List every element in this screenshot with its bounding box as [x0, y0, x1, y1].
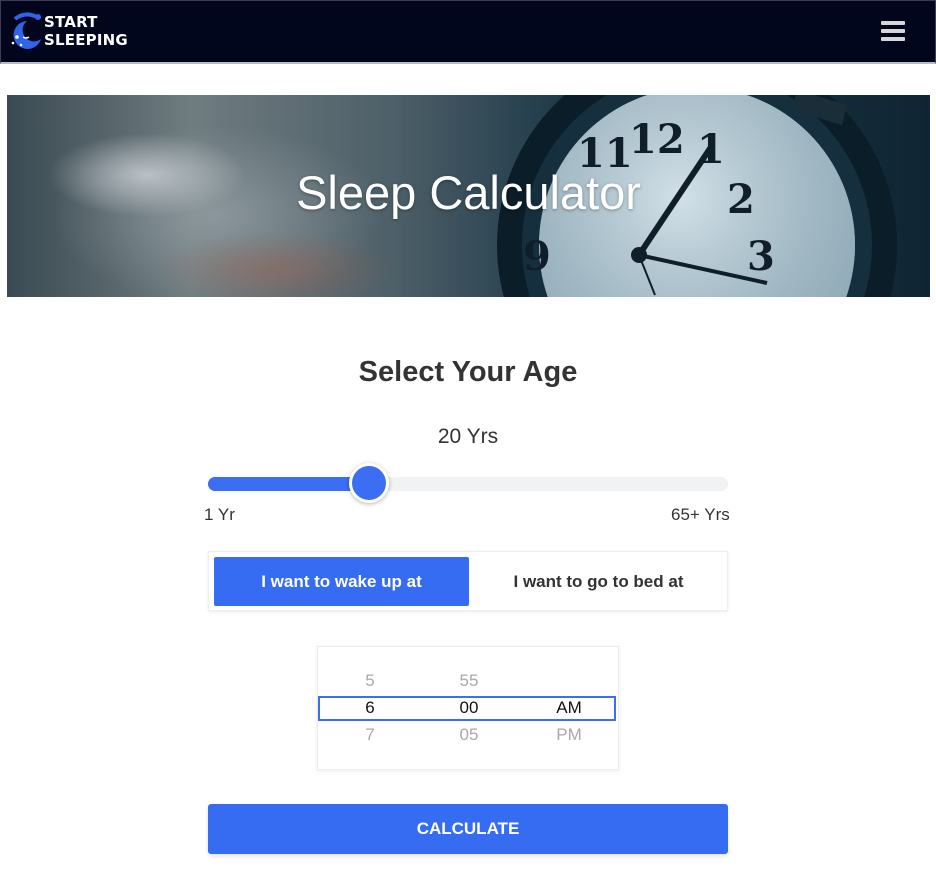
calculate-button[interactable]: CALCULATE — [208, 804, 728, 854]
age-heading: Select Your Age — [358, 356, 578, 388]
minute-current[interactable]: 00 — [419, 698, 519, 718]
age-value-label: 20 Yrs — [437, 425, 499, 448]
hour-next[interactable]: 7 — [320, 725, 420, 745]
hero-banner: 11 12 1 2 3 9 Sleep Calculator — [7, 95, 930, 297]
hour-current[interactable]: 6 — [320, 698, 420, 718]
age-min-label: 1 Yr — [204, 505, 235, 524]
minute-next[interactable]: 05 — [419, 725, 519, 745]
logo-text: START SLEEPING — [44, 13, 128, 49]
hero-title: Sleep Calculator — [296, 166, 641, 219]
hour-prev[interactable]: 5 — [320, 671, 420, 691]
hamburger-menu-icon[interactable] — [881, 21, 907, 43]
minute-prev[interactable]: 55 — [419, 671, 519, 691]
age-slider-fill — [208, 477, 369, 491]
top-navbar: START SLEEPING — [0, 0, 936, 64]
age-slider-thumb[interactable] — [349, 463, 389, 503]
period-next[interactable]: PM — [519, 725, 619, 745]
age-slider[interactable] — [208, 463, 728, 503]
logo-line-start: START — [44, 13, 98, 31]
time-picker[interactable]: 5 6 7 55 00 05 AM PM — [317, 646, 619, 770]
logo[interactable]: START SLEEPING — [7, 9, 128, 55]
age-max-label: 65+ Yrs — [671, 505, 730, 524]
mode-toggle: I want to wake up at I want to go to bed… — [208, 551, 728, 611]
svg-text:12: 12 — [629, 116, 685, 163]
period-current[interactable]: AM — [519, 698, 619, 718]
moon-logo-icon — [11, 12, 41, 49]
svg-text:3: 3 — [747, 233, 775, 280]
bed-time-toggle-button[interactable]: I want to go to bed at — [471, 557, 726, 606]
logo-line-sleeping: SLEEPING — [44, 31, 128, 49]
wake-up-toggle-button[interactable]: I want to wake up at — [214, 557, 469, 606]
svg-text:9: 9 — [523, 233, 551, 280]
